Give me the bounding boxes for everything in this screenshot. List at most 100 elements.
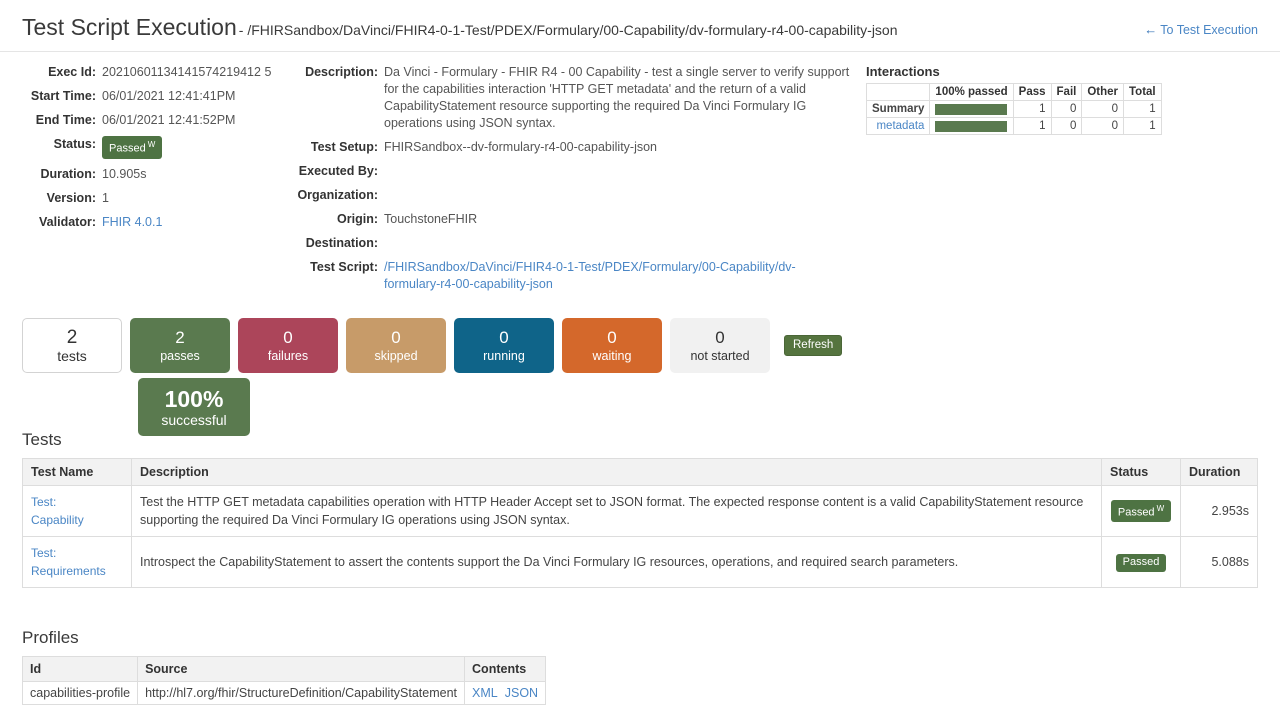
tile-running[interactable]: 0 running <box>454 318 554 373</box>
status-badge-warning-marker: W <box>1157 504 1165 513</box>
summary-tiles-row: 2 tests 2 passes 0 failures 0 skipped 0 … <box>22 318 1258 373</box>
tile-waiting-count: 0 <box>607 328 616 348</box>
section-spacer <box>0 588 1280 628</box>
end-time-value: 06/01/2021 12:41:52PM <box>102 112 290 129</box>
to-test-execution-link[interactable]: ←To Test Execution <box>1144 22 1258 37</box>
status-label: Status: <box>22 136 102 153</box>
interactions-header-row: 100% passed Pass Fail Other Total <box>867 84 1162 101</box>
test-name-cell: Test:Capability <box>23 486 132 537</box>
test-name-link[interactable]: Test:Capability <box>31 495 84 527</box>
detail-test-script: Test Script: /FHIRSandbox/DaVinci/FHIR4-… <box>290 259 850 293</box>
tile-tests-label: tests <box>57 348 87 364</box>
exec-id-value: 20210601134141574219412 5 <box>102 64 290 81</box>
test-script-link[interactable]: /FHIRSandbox/DaVinci/FHIR4-0-1-Test/PDEX… <box>384 259 850 293</box>
refresh-button[interactable]: Refresh <box>784 335 842 356</box>
description-value: Da Vinci - Formulary - FHIR R4 - 00 Capa… <box>384 64 850 132</box>
progress-track <box>935 121 1007 132</box>
profiles-col-id: Id <box>23 657 138 682</box>
detail-destination: Destination: <box>290 235 850 252</box>
detail-start-time: Start Time: 06/01/2021 12:41:41PM <box>22 88 290 105</box>
test-script-label: Test Script: <box>290 259 384 276</box>
page-header: Test Script Execution- /FHIRSandbox/DaVi… <box>0 0 1280 52</box>
table-row: Test:Capability Test the HTTP GET metada… <box>23 486 1258 537</box>
table-row: capabilities-profile http://hl7.org/fhir… <box>23 682 546 705</box>
interactions-panel: Interactions 100% passed Pass Fail Other… <box>850 64 1258 300</box>
origin-value: TouchstoneFHIR <box>384 211 850 228</box>
status-badge-label: Passed <box>1118 506 1155 518</box>
test-description-cell: Introspect the CapabilityStatement to as… <box>132 537 1102 588</box>
progress-fill <box>935 104 1007 115</box>
tile-tests[interactable]: 2 tests <box>22 318 122 373</box>
interactions-col-other: Other <box>1082 84 1124 101</box>
duration-value: 10.905s <box>102 166 290 183</box>
tile-failures[interactable]: 0 failures <box>238 318 338 373</box>
detail-validator: Validator: FHIR 4.0.1 <box>22 214 290 231</box>
details-left-column: Exec Id: 20210601134141574219412 5 Start… <box>22 64 290 300</box>
interactions-row-label-cell: metadata <box>867 118 930 135</box>
success-percent-label: successful <box>161 412 226 428</box>
progress-fill <box>935 121 1007 132</box>
tile-passes-label: passes <box>160 348 200 364</box>
profile-contents-cell: XML JSON <box>465 682 546 705</box>
page-title: Test Script Execution <box>22 14 237 40</box>
interactions-progress-cell <box>930 101 1013 118</box>
test-status-cell: PassedW <box>1102 486 1181 537</box>
end-time-label: End Time: <box>22 112 102 129</box>
validator-label: Validator: <box>22 214 102 231</box>
tests-col-description: Description <box>132 459 1102 486</box>
profiles-heading: Profiles <box>0 628 1280 648</box>
execution-details: Exec Id: 20210601134141574219412 5 Start… <box>0 52 1280 300</box>
description-label: Description: <box>290 64 384 81</box>
tile-waiting[interactable]: 0 waiting <box>562 318 662 373</box>
interactions-col-blank <box>867 84 930 101</box>
table-row: Test:Requirements Introspect the Capabil… <box>23 537 1258 588</box>
status-badge: Passed <box>1116 554 1167 572</box>
interactions-progress-cell <box>930 118 1013 135</box>
test-duration-cell: 2.953s <box>1181 486 1258 537</box>
test-name-line1: Test: <box>31 495 56 509</box>
executed-by-label: Executed By: <box>290 163 384 180</box>
interactions-total-value: 1 <box>1124 118 1162 135</box>
tile-passes[interactable]: 2 passes <box>130 318 230 373</box>
profile-json-link[interactable]: JSON <box>505 686 538 700</box>
tests-col-status: Status <box>1102 459 1181 486</box>
interactions-col-pass: Pass <box>1013 84 1051 101</box>
tile-skipped[interactable]: 0 skipped <box>346 318 446 373</box>
tests-header-row: Test Name Description Status Duration <box>23 459 1258 486</box>
interactions-metadata-link[interactable]: metadata <box>876 120 924 132</box>
detail-test-setup: Test Setup: FHIRSandbox--dv-formulary-r4… <box>290 139 850 156</box>
back-link-label: To Test Execution <box>1160 23 1258 37</box>
interactions-fail-value: 0 <box>1051 101 1082 118</box>
interactions-table: 100% passed Pass Fail Other Total Summar… <box>866 83 1162 135</box>
success-percent-value: 100% <box>165 386 224 412</box>
tile-failures-label: failures <box>268 348 308 364</box>
tile-not-started[interactable]: 0 not started <box>670 318 770 373</box>
interactions-pass-value: 1 <box>1013 101 1051 118</box>
test-name-link[interactable]: Test:Requirements <box>31 546 106 578</box>
status-badge-label: Passed <box>109 143 146 155</box>
test-name-cell: Test:Requirements <box>23 537 132 588</box>
organization-label: Organization: <box>290 187 384 204</box>
interactions-col-percent: 100% passed <box>930 84 1013 101</box>
tile-not-started-count: 0 <box>715 328 724 348</box>
tile-not-started-label: not started <box>690 348 749 364</box>
interactions-col-total: Total <box>1124 84 1162 101</box>
profiles-col-source: Source <box>138 657 465 682</box>
validator-link[interactable]: FHIR 4.0.1 <box>102 214 290 231</box>
summary-tiles: 2 tests 2 passes 0 failures 0 skipped 0 … <box>0 300 1280 430</box>
profiles-table: Id Source Contents capabilities-profile … <box>22 656 546 705</box>
status-badge-label: Passed <box>1123 556 1160 568</box>
interactions-row-metadata: metadata 1 0 0 1 <box>867 118 1162 135</box>
test-setup-value: FHIRSandbox--dv-formulary-r4-00-capabili… <box>384 139 850 156</box>
interactions-col-fail: Fail <box>1051 84 1082 101</box>
detail-organization: Organization: <box>290 187 850 204</box>
profile-xml-link[interactable]: XML <box>472 686 498 700</box>
tile-passes-count: 2 <box>175 328 184 348</box>
status-badge: PassedW <box>102 136 162 159</box>
profile-source-cell: http://hl7.org/fhir/StructureDefinition/… <box>138 682 465 705</box>
profile-id-cell: capabilities-profile <box>23 682 138 705</box>
tile-failures-count: 0 <box>283 328 292 348</box>
test-name-line2: Requirements <box>31 564 106 578</box>
version-value: 1 <box>102 190 290 207</box>
tile-waiting-label: waiting <box>593 348 632 364</box>
